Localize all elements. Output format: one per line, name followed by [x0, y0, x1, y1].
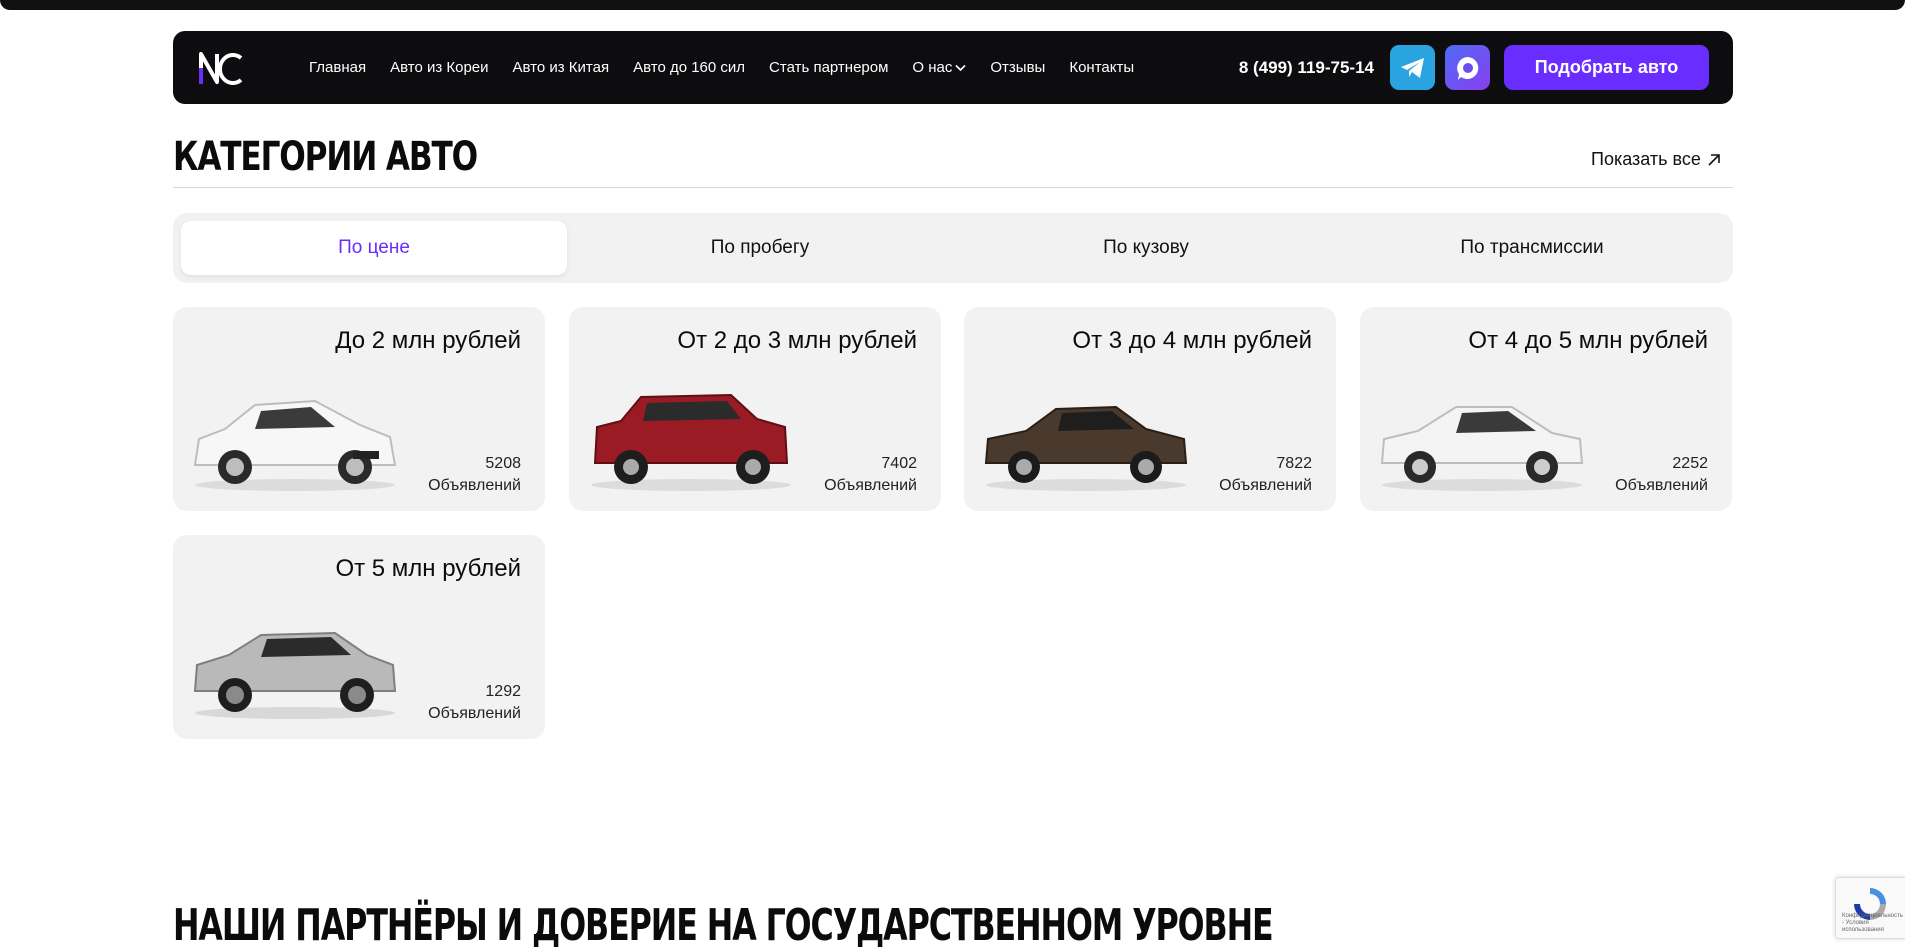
- chevron-down-icon: [955, 64, 966, 71]
- card-count: 2252 Объявлений: [1615, 453, 1708, 497]
- category-card-2-3m[interactable]: От 2 до 3 млн рублей 7402 Объявлений: [569, 307, 941, 511]
- listing-count: 1292: [485, 683, 521, 700]
- listing-count-label: Объявлений: [824, 477, 917, 494]
- category-card-3-4m[interactable]: От 3 до 4 млн рублей 7822 Объявлений: [964, 307, 1336, 511]
- category-card-under-2m[interactable]: До 2 млн рублей 5208 Объявлений: [173, 307, 545, 511]
- listing-count-label: Объявлений: [428, 477, 521, 494]
- listing-count: 7402: [881, 455, 917, 472]
- telegram-icon: [1400, 57, 1424, 78]
- nav-link-160hp[interactable]: Авто до 160 сил: [633, 59, 745, 76]
- nav-link-contacts[interactable]: Контакты: [1069, 59, 1134, 76]
- top-banner-edge: [0, 0, 1905, 10]
- phone-number-link[interactable]: 8 (499) 119-75-14: [1239, 58, 1374, 78]
- show-all-link[interactable]: Показать все: [1591, 149, 1721, 170]
- pick-car-button[interactable]: Подобрать авто: [1504, 45, 1709, 90]
- site-logo[interactable]: [197, 48, 245, 88]
- nav-link-korea[interactable]: Авто из Кореи: [390, 59, 488, 76]
- listing-count: 5208: [485, 455, 521, 472]
- arrow-up-right-icon: [1708, 153, 1720, 166]
- listing-count-label: Объявлений: [428, 705, 521, 722]
- recaptcha-text: Конфиденциальность - Условия использован…: [1842, 913, 1903, 933]
- main-nav: Главная Авто из Кореи Авто из Китая Авто…: [309, 59, 1134, 76]
- max-messenger-button[interactable]: [1445, 45, 1490, 90]
- categories-title: КАТЕГОРИИ АВТО: [173, 134, 478, 180]
- card-title: От 3 до 4 млн рублей: [1072, 327, 1312, 354]
- top-navbar: Главная Авто из Кореи Авто из Китая Авто…: [173, 31, 1733, 104]
- nav-link-partner[interactable]: Стать партнером: [769, 59, 888, 76]
- card-count: 7822 Объявлений: [1219, 453, 1312, 497]
- tab-by-price[interactable]: По цене: [181, 221, 567, 275]
- card-title: От 5 млн рублей: [335, 555, 521, 582]
- suv-car-image: [591, 393, 791, 491]
- card-count: 7402 Объявлений: [824, 453, 917, 497]
- partners-title: НАШИ ПАРТНЁРЫ И ДОВЕРИЕ НА ГОСУДАРСТВЕНН…: [173, 900, 1274, 951]
- card-title: До 2 млн рублей: [335, 327, 521, 354]
- card-title: От 2 до 3 млн рублей: [677, 327, 917, 354]
- nav-link-home[interactable]: Главная: [309, 59, 366, 76]
- hatchback-car-image: [193, 399, 397, 491]
- card-count: 5208 Объявлений: [428, 453, 521, 497]
- tab-by-body[interactable]: По кузову: [953, 221, 1339, 275]
- liftback-car-image: [1380, 406, 1584, 491]
- nav-link-about[interactable]: О нас: [912, 59, 966, 76]
- nav-link-about-label: О нас: [912, 59, 953, 76]
- listing-count: 2252: [1672, 455, 1708, 472]
- nav-right-group: 8 (499) 119-75-14 Подобрать авто: [1239, 45, 1709, 90]
- nav-link-reviews[interactable]: Отзывы: [990, 59, 1045, 76]
- card-title: От 4 до 5 млн рублей: [1468, 327, 1708, 354]
- max-messenger-icon: [1456, 56, 1478, 80]
- card-count: 1292 Объявлений: [428, 681, 521, 725]
- tab-by-transmission[interactable]: По трансмиссии: [1339, 221, 1725, 275]
- tab-by-mileage[interactable]: По пробегу: [567, 221, 953, 275]
- sport-wagon-car-image: [193, 631, 397, 719]
- listing-count: 7822: [1276, 455, 1312, 472]
- logo-mark-icon: [199, 51, 243, 85]
- telegram-button[interactable]: [1390, 45, 1435, 90]
- category-card-over-5m[interactable]: От 5 млн рублей 1292 Объявлений: [173, 535, 545, 739]
- listing-count-label: Объявлений: [1219, 477, 1312, 494]
- category-tabs: По цене По пробегу По кузову По трансмис…: [173, 213, 1733, 283]
- listing-count-label: Объявлений: [1615, 477, 1708, 494]
- nav-link-china[interactable]: Авто из Китая: [513, 59, 610, 76]
- sedan-car-image: [984, 405, 1188, 491]
- recaptcha-badge[interactable]: Конфиденциальность - Условия использован…: [1835, 877, 1905, 939]
- section-divider: [173, 187, 1733, 188]
- category-card-4-5m[interactable]: От 4 до 5 млн рублей 2252 Объявлений: [1360, 307, 1732, 511]
- show-all-label: Показать все: [1591, 149, 1701, 169]
